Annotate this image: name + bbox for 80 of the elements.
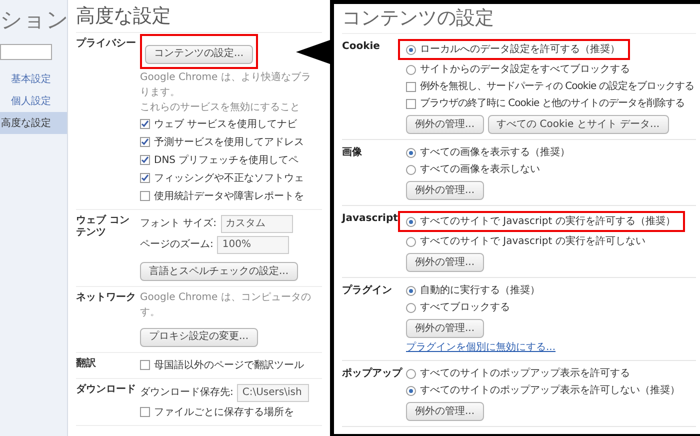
checkbox[interactable] [140, 155, 150, 165]
select-field[interactable]: 100% [217, 236, 290, 254]
section-label: Cookie [342, 40, 381, 54]
settings-button[interactable]: 例外の管理... [406, 115, 484, 134]
settings-button[interactable]: 例外の管理... [406, 319, 484, 338]
field-label: ダウンロード保存先: [140, 386, 234, 400]
radio-button[interactable] [406, 164, 416, 174]
radio-label: すべての画像を表示する（推奨） [420, 146, 570, 160]
checkbox[interactable] [406, 98, 416, 108]
select-field[interactable]: カスタム [220, 214, 293, 232]
field-label: ページのズーム: [140, 238, 214, 252]
settings-button[interactable]: プロキシ設定の変更... [140, 328, 258, 346]
radio-label: サイトからのデータ設定をすべてブロックする [420, 62, 630, 77]
sidebar-item[interactable]: 基本設定 [0, 68, 67, 90]
section-label: ネットワーク [76, 292, 137, 305]
page-title: 高度な設定 [76, 0, 322, 33]
sidebar-title: ション [0, 7, 67, 35]
radio-button[interactable] [406, 286, 416, 296]
radio-label: すべてブロックする [420, 300, 510, 315]
radio-button[interactable] [406, 64, 416, 74]
checkbox[interactable] [140, 191, 150, 201]
radio-button[interactable] [406, 236, 416, 246]
checkbox-label: DNS プリフェッチを使用してペ [154, 154, 299, 168]
section-label: ポップアップ [342, 366, 404, 381]
radio-label: すべてのサイトのポップアップ表示を許可しない（推奨） [420, 384, 680, 398]
description-text: これらのサービスを無効にすること [140, 102, 301, 114]
checkbox-label: 母国語以外のページで翻訳ツール [154, 358, 304, 372]
description-text: ります。 [140, 86, 181, 98]
checkbox-label: フィッシングや不正なソフトウェ [154, 172, 304, 186]
radio-label: 自動的に実行する（推奨） [420, 284, 540, 298]
radio-label: すべてのサイトのポップアップ表示を許可する [420, 366, 630, 381]
section-label: プラグイン [342, 283, 393, 298]
panel-title: コンテンツの設定 [342, 4, 696, 34]
description-text: Google Chrome は、コンピュータの [140, 292, 311, 304]
settings-button[interactable]: 言語とスペルチェックの設定... [140, 262, 298, 281]
checkbox-label: ウェブ サービスを使用してナビ [154, 118, 298, 132]
description-text: Google Chrome は、より快適なブラ [140, 72, 311, 84]
checkbox[interactable] [140, 407, 150, 417]
checkbox-label: 予測サービスを使用してアドレス [154, 136, 304, 150]
checkmark-icon [141, 174, 149, 182]
select-field[interactable]: C:\Users\ish [237, 384, 310, 402]
checkbox-label: ブラウザの終了時に Cookie と他のサイトのデータを削除する [420, 96, 684, 111]
checkbox[interactable] [140, 360, 150, 370]
settings-button[interactable]: 例外の管理... [406, 181, 484, 200]
checkmark-icon [141, 138, 149, 146]
sidebar-item[interactable]: 個人設定 [0, 90, 67, 112]
checkbox[interactable] [140, 137, 150, 147]
radio-label: すべてのサイトで Javascript の実行を許可する（推奨） [420, 214, 676, 229]
checkmark-icon [141, 156, 149, 164]
section-label: プライバシー [76, 38, 137, 51]
radio-button[interactable] [406, 148, 416, 158]
checkbox[interactable] [406, 82, 416, 92]
section-label: ダウンロード [76, 384, 137, 396]
checkbox[interactable] [140, 119, 150, 129]
checkbox-label: ファイルごとに保存する場所を [154, 406, 294, 420]
radio-label: ローカルへのデータ設定を許可する（推奨） [420, 42, 620, 57]
radio-button[interactable] [406, 44, 416, 54]
search-field[interactable] [0, 44, 52, 60]
checkbox[interactable] [140, 173, 150, 183]
section-label: 翻訳 [76, 358, 97, 370]
section-label: Javascript [342, 212, 399, 226]
section-label: 画像 [342, 146, 363, 160]
description-text: す。 [140, 307, 161, 319]
settings-button[interactable]: すべての Cookie とサイト データ... [488, 115, 669, 134]
settings-button[interactable]: 例外の管理... [406, 402, 484, 421]
settings-button[interactable]: 例外の管理... [406, 253, 484, 272]
radio-label: すべてのサイトで Javascript の実行を許可しない [420, 234, 646, 249]
radio-label: すべての画像を表示しない [420, 162, 540, 177]
checkbox-label: 例外を無視し、サードパーティの Cookie の設定をブロックする [420, 80, 694, 94]
radio-button[interactable] [406, 302, 416, 312]
field-label: フォント サイズ: [140, 217, 217, 231]
radio-button[interactable] [406, 386, 416, 396]
section-label: ウェブ コンテンツ [76, 214, 130, 240]
radio-button[interactable] [406, 216, 416, 226]
settings-button[interactable]: コンテンツの設定... [145, 44, 253, 64]
checkmark-icon [141, 120, 149, 128]
checkbox-label: 使用統計データや障害レポートを [154, 190, 304, 204]
radio-button[interactable] [406, 368, 416, 378]
plugin-link[interactable]: プラグインを個別に無効にする... [406, 340, 556, 355]
sidebar-item[interactable]: 高度な設定 [0, 112, 67, 134]
